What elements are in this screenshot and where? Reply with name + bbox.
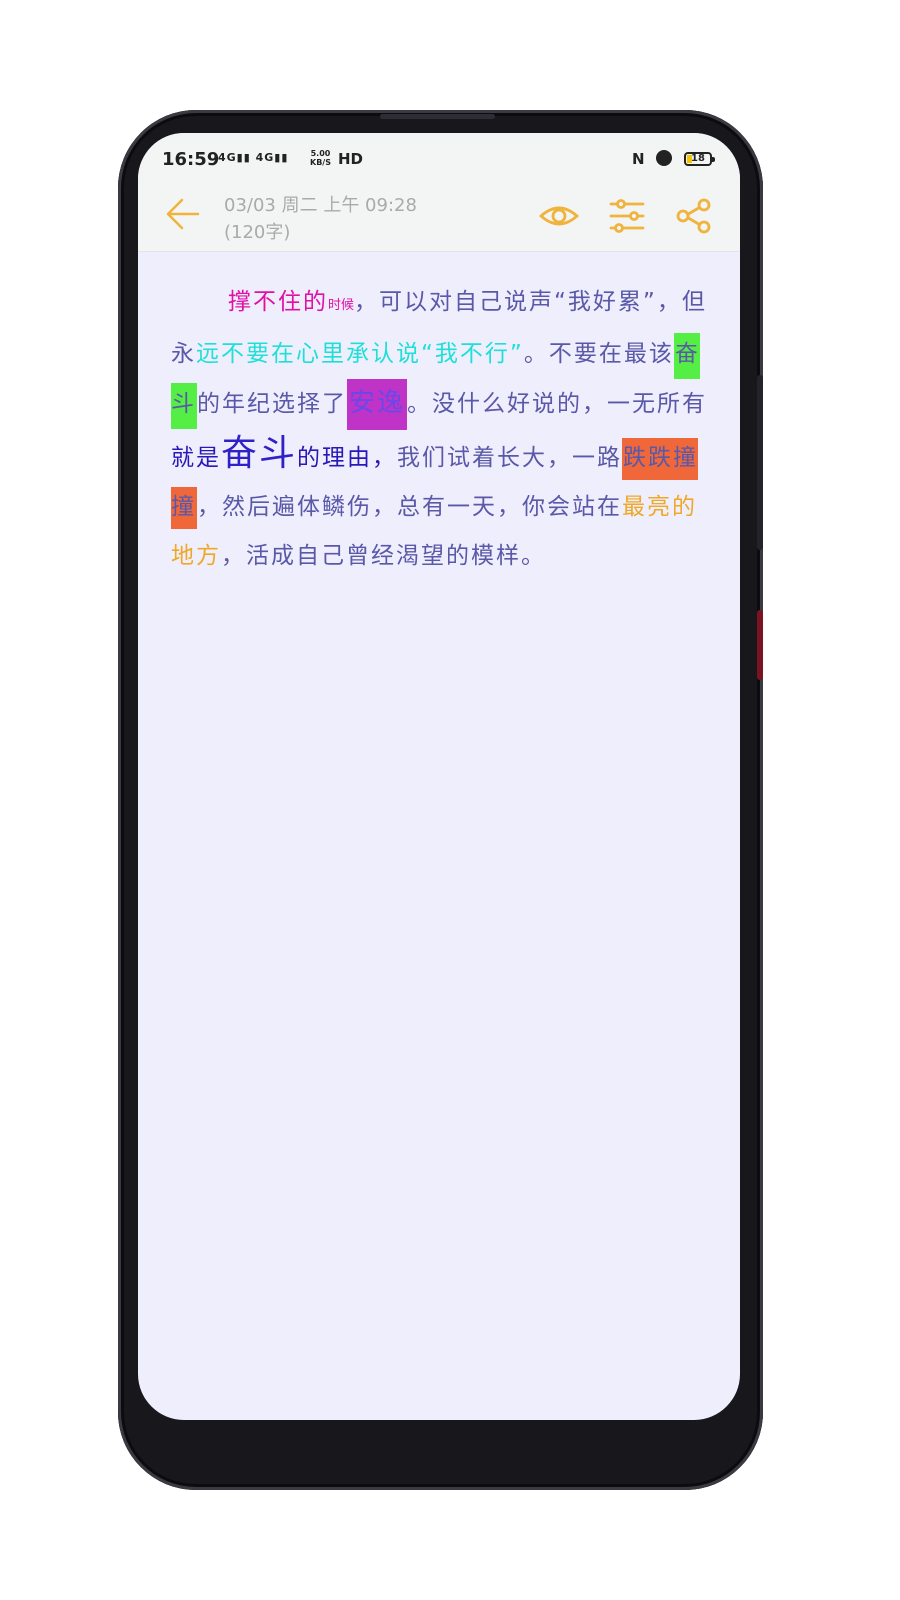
battery-icon: 18: [684, 152, 715, 166]
note-body[interactable]: 撑不住的时候，可以对自己说声“我好累”，但永远不要在心里承认说“我不行”。不要在…: [171, 278, 711, 581]
note-toolbar: 03/03 周二 上午 09:28 (120字): [138, 185, 740, 252]
battery-level: 18: [691, 153, 705, 164]
volume-button: [757, 375, 763, 550]
text-span: ，活成自己曾经渴望的模样。: [221, 543, 546, 569]
text-span: 就是: [171, 445, 221, 471]
signal-icon: 4G▮▮ 4G▮▮: [218, 151, 289, 164]
status-time: 16:59: [162, 149, 220, 170]
text-span: 撑不住的: [228, 289, 328, 315]
screen: 16:59 4G▮▮ 4G▮▮ 5.00 KB/S HD N 18 03/03 …: [138, 133, 740, 1420]
status-bar: 16:59 4G▮▮ 4G▮▮ 5.00 KB/S HD N 18: [138, 133, 740, 185]
text-span: 的理由，: [297, 445, 398, 471]
arrow-left-icon[interactable]: [162, 193, 204, 235]
hd-icon: HD: [338, 150, 364, 168]
speed-unit: KB/S: [310, 158, 331, 167]
share-icon[interactable]: [673, 195, 715, 237]
network-speed: 5.00 KB/S: [310, 149, 331, 167]
note-date: 03/03 周二 上午 09:28: [224, 195, 417, 216]
text-span: 。不要在最该: [523, 341, 674, 367]
earpiece-speaker: [380, 114, 495, 119]
text-span: 远不要在心里承认说“我不行”: [196, 341, 524, 367]
text-span: 的年纪选择了: [197, 391, 347, 417]
text-span: 我们试着长大，一路: [397, 445, 623, 471]
nfc-icon: N: [632, 150, 645, 168]
highlight-span: 安逸: [347, 379, 408, 430]
speed-value: 5.00: [310, 149, 331, 158]
large-text-span: 奋斗: [221, 433, 298, 474]
power-button: [757, 610, 763, 680]
text-span: ，然后遍体鳞伤，总有一天，你会站在: [197, 494, 622, 520]
eye-icon[interactable]: [538, 195, 580, 237]
text-span: 时候: [328, 298, 355, 313]
alarm-icon: [656, 150, 672, 166]
sliders-icon[interactable]: [606, 195, 648, 237]
word-count: (120字): [224, 222, 291, 243]
text-span: 。没什么好说的，一无所有: [407, 391, 708, 417]
note-paragraph: 撑不住的时候，可以对自己说声“我好累”，但永远不要在心里承认说“我不行”。不要在…: [171, 278, 711, 581]
